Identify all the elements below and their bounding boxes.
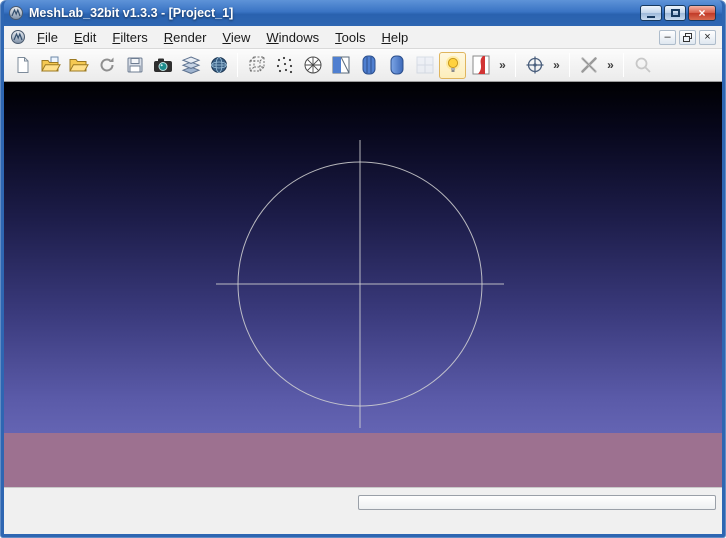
menu-view-label: View (222, 30, 250, 45)
menu-filters-label: Filters (112, 30, 147, 45)
floppy-save-icon (126, 56, 144, 74)
maximize-button[interactable] (664, 5, 686, 21)
import-mesh-button[interactable] (65, 52, 92, 79)
progress-bar (358, 495, 716, 510)
status-bar (4, 487, 722, 534)
texture-button (411, 52, 438, 79)
title-bar[interactable]: MeshLab_32bit v1.3.3 - [Project_1] × (4, 0, 722, 26)
wireframe-button[interactable] (299, 52, 326, 79)
flat-lines-button[interactable] (355, 52, 382, 79)
search-icon (633, 55, 653, 75)
menu-edit[interactable]: Edit (66, 28, 104, 47)
viewport-3d[interactable] (4, 82, 722, 487)
open-folder-icon (69, 56, 89, 74)
toolbar-separator (569, 53, 570, 77)
layers-icon (181, 56, 201, 74)
menu-render-label: Render (164, 30, 207, 45)
menu-help-label: Help (381, 30, 408, 45)
flat-shading-button[interactable] (383, 52, 410, 79)
hidden-lines-icon (331, 55, 351, 75)
menu-tools[interactable]: Tools (327, 28, 373, 47)
minimize-icon (647, 16, 655, 18)
view-overflow-button[interactable]: » (549, 52, 564, 79)
edit-tools-button[interactable] (575, 52, 602, 79)
overflow-chevron-icon: » (499, 58, 506, 72)
new-document-icon (14, 56, 32, 74)
bounding-box-icon (247, 55, 267, 75)
snapshot-button[interactable] (149, 52, 176, 79)
open-folder-document-icon (41, 56, 61, 74)
toolbar: » » » (4, 49, 722, 82)
bounding-box-button[interactable] (243, 52, 270, 79)
client-area: File Edit Filters Render View Windows To… (4, 26, 722, 534)
crossed-tools-icon (579, 55, 599, 75)
app-icon (8, 5, 24, 21)
mdi-minimize-button[interactable]: – (659, 30, 676, 45)
overflow-chevron-icon: » (553, 58, 560, 72)
menu-windows-label: Windows (266, 30, 319, 45)
meshlab-window: MeshLab_32bit v1.3.3 - [Project_1] × (0, 0, 726, 538)
globe-icon (210, 56, 228, 74)
trackball-globe-icon (525, 55, 545, 75)
viewport-ground-band (4, 433, 722, 487)
new-project-button[interactable] (9, 52, 36, 79)
window-controls: × (640, 5, 718, 21)
tools-overflow-button[interactable]: » (603, 52, 618, 79)
minimize-button[interactable] (640, 5, 662, 21)
hidden-lines-button[interactable] (327, 52, 354, 79)
reload-icon (98, 56, 116, 74)
menu-edit-label: Edit (74, 30, 96, 45)
wireframe-icon (303, 55, 323, 75)
show-layers-button[interactable] (177, 52, 204, 79)
maximize-icon (671, 9, 680, 17)
globe-button[interactable] (205, 52, 232, 79)
close-button[interactable]: × (688, 5, 716, 21)
mdi-restore-icon (683, 33, 692, 42)
camera-icon (153, 56, 173, 74)
toolbar-separator (515, 53, 516, 77)
mdi-window-controls: – × (659, 30, 719, 45)
light-toggle-button[interactable] (439, 52, 466, 79)
window-title: MeshLab_32bit v1.3.3 - [Project_1] (29, 6, 233, 20)
toolbar-separator (623, 53, 624, 77)
menu-help[interactable]: Help (373, 28, 416, 47)
texture-icon (416, 56, 434, 74)
open-project-button[interactable] (37, 52, 64, 79)
close-icon: × (698, 7, 705, 19)
points-button[interactable] (271, 52, 298, 79)
points-icon (275, 55, 295, 75)
color-ramp-icon (472, 55, 490, 75)
flat-shading-icon (389, 55, 405, 75)
trackball-gizmo (4, 82, 722, 487)
mdi-restore-button[interactable] (679, 30, 696, 45)
menu-windows[interactable]: Windows (258, 28, 327, 47)
search-button (629, 52, 656, 79)
mdi-document-icon (10, 29, 26, 45)
trackball-globe-button[interactable] (521, 52, 548, 79)
toolbar-separator (237, 53, 238, 77)
menu-bar: File Edit Filters Render View Windows To… (4, 26, 722, 49)
save-mesh-button[interactable] (121, 52, 148, 79)
menu-render[interactable]: Render (156, 28, 215, 47)
menu-file-label: File (37, 30, 58, 45)
menu-tools-label: Tools (335, 30, 365, 45)
mdi-close-icon: × (704, 32, 710, 43)
color-ramp-button[interactable] (467, 52, 494, 79)
menu-filters[interactable]: Filters (104, 28, 155, 47)
reload-mesh-button[interactable] (93, 52, 120, 79)
mdi-close-button[interactable]: × (699, 30, 716, 45)
overflow-chevron-icon: » (607, 58, 614, 72)
menu-view[interactable]: View (214, 28, 258, 47)
light-bulb-icon (443, 55, 463, 75)
flat-lines-icon (361, 55, 377, 75)
render-overflow-button[interactable]: » (495, 52, 510, 79)
mdi-minimize-icon: – (664, 32, 670, 43)
menu-file[interactable]: File (29, 28, 66, 47)
